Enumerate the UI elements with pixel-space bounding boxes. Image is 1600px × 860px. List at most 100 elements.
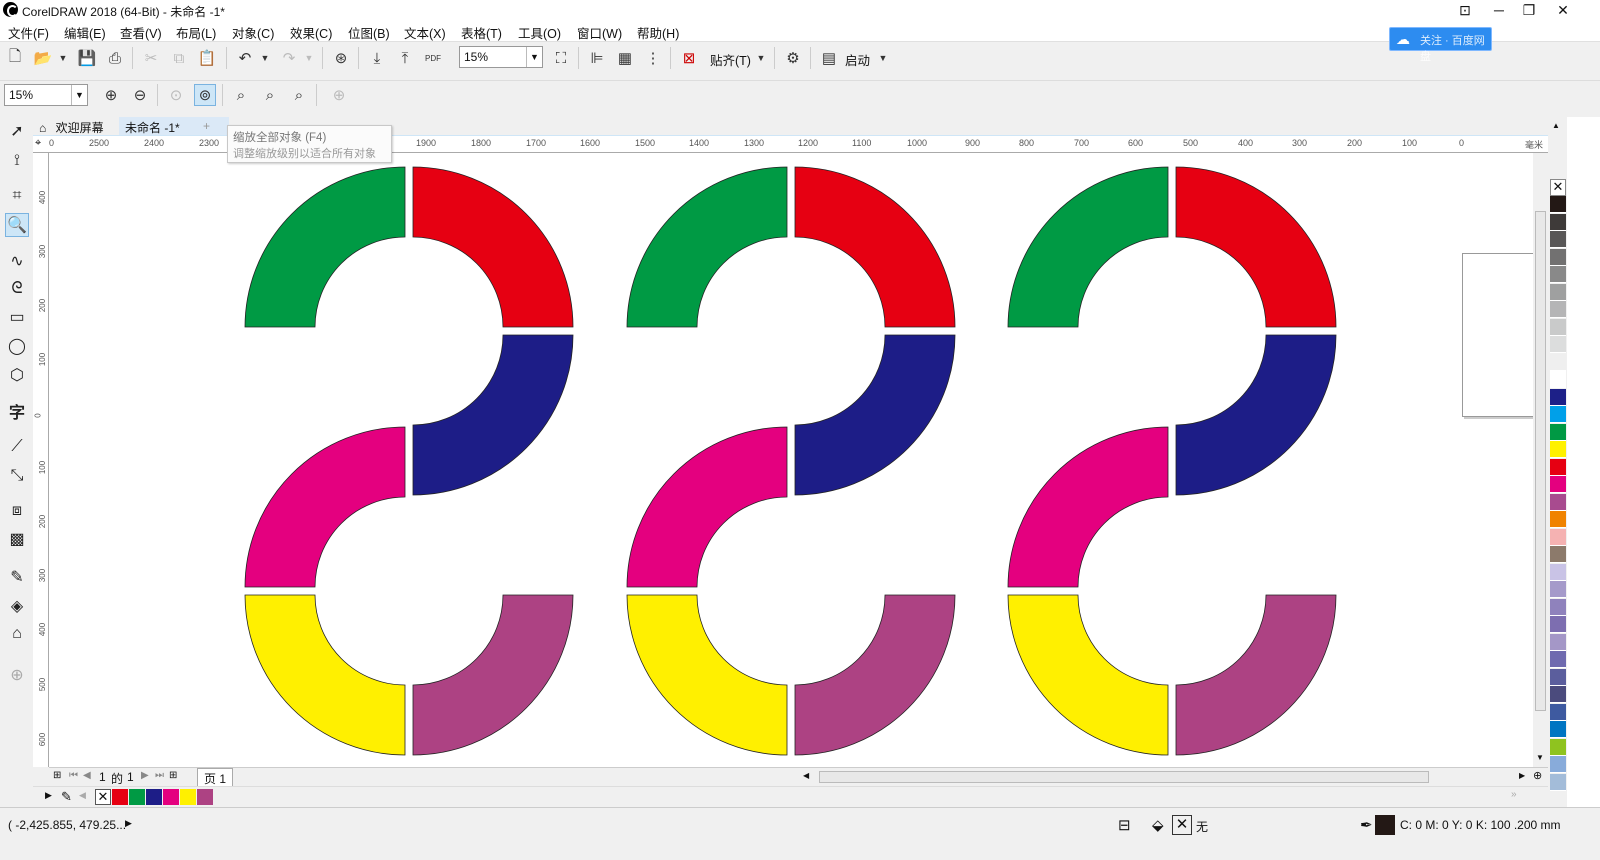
show-rulers-icon[interactable]: ⊫ [586,47,608,69]
redo-icon[interactable]: ↷ [278,47,300,69]
ellipse-tool-icon[interactable]: ◯ [5,334,29,358]
zoom-tool-icon[interactable]: 🔍 [5,213,29,237]
zoom-in-icon[interactable]: ⊕ [100,84,122,106]
document-palette-swatch[interactable] [197,789,213,805]
parallel-dimension-tool-icon[interactable]: ⟋ [5,435,29,459]
export-icon[interactable]: ⤒ [394,47,416,69]
no-fill-swatch-icon[interactable]: ✕ [1172,815,1192,835]
glyph-2-middle[interactable] [626,166,956,756]
palette-swatch[interactable] [1550,266,1566,283]
menu-object[interactable]: 对象(C) [232,23,274,42]
palette-swatch[interactable] [1550,738,1566,756]
menu-view[interactable]: 查看(V) [120,23,162,42]
document-palette-scroll-right-icon[interactable]: » [1511,789,1517,800]
palette-swatch[interactable] [1550,546,1566,563]
eyedropper-icon[interactable]: ✎ [61,789,72,805]
menu-file[interactable]: 文件(F) [8,23,49,42]
palette-swatch[interactable] [1550,388,1566,406]
palette-swatch[interactable] [1550,441,1566,458]
close-button[interactable]: ✕ [1546,0,1580,20]
menu-edit[interactable]: 编辑(E) [64,23,106,42]
palette-swatch[interactable] [1550,581,1566,598]
palette-swatch[interactable] [1550,756,1566,773]
zoom-level-select-property[interactable]: 15% ▼ [4,84,88,106]
add-toolbar-icon[interactable]: ⊕ [328,84,350,106]
horizontal-scrollbar[interactable]: ◀ ▶ ⊕ [803,767,1548,785]
document-palette-scroll-left-icon[interactable]: ◀ [79,790,86,801]
palette-swatch[interactable] [1550,336,1566,353]
palette-swatch[interactable] [1550,196,1566,213]
copy-icon[interactable]: ⧉ [168,47,190,69]
options-gear-icon[interactable]: ⚙ [782,47,804,69]
no-color-swatch[interactable]: ✕ [95,789,111,805]
baidu-netdisk-widget[interactable]: ☁ 关注 · 百度网盘 [1389,27,1492,63]
palette-swatch[interactable] [1550,616,1566,633]
launch-dropdown-icon[interactable]: ▼ [872,47,894,69]
connector-tool-icon[interactable]: ⤡ [5,464,29,488]
polygon-tool-icon[interactable]: ⬡ [5,363,29,387]
snap-to-menu[interactable]: 贴齐(T) [710,50,751,69]
scroll-down-icon[interactable]: ▼ [1536,753,1544,762]
palette-swatch[interactable] [1550,213,1566,231]
menu-table[interactable]: 表格(T) [461,23,502,42]
menu-effects[interactable]: 效果(C) [290,23,332,42]
palette-swatch[interactable] [1550,423,1566,441]
save-icon[interactable]: 💾 [76,47,98,69]
scroll-right-icon[interactable]: ▶ [1519,771,1525,780]
next-page-icon[interactable]: ▶ [141,770,149,781]
tab-welcome-screen[interactable]: ⌂ 欢迎屏幕 [33,117,110,135]
palette-swatch[interactable] [1550,318,1566,336]
vertical-ruler[interactable]: 400 300 200 100 0 100 200 300 400 500 60… [33,153,49,767]
palette-swatch[interactable] [1550,476,1566,493]
document-palette-swatch[interactable] [163,789,179,805]
outline-pen-icon[interactable]: ✒ [1360,816,1373,834]
menu-layout[interactable]: 布局(L) [176,23,216,42]
palette-swatch[interactable] [1550,511,1566,528]
outline-color-swatch[interactable] [1375,815,1395,835]
palette-swatch[interactable] [1550,633,1566,651]
document-palette-swatch[interactable] [129,789,145,805]
add-page-after-icon[interactable]: ⊞ [169,770,177,781]
zoom-navigator-icon[interactable]: ⊕ [1533,769,1542,782]
transparency-tool-icon[interactable]: ▩ [5,527,29,551]
palette-swatch[interactable] [1550,721,1566,738]
first-page-icon[interactable]: ⏮ [69,770,78,781]
import-icon[interactable]: ⤓ [366,47,388,69]
palette-swatch[interactable] [1550,703,1566,721]
new-document-icon[interactable]: 🗋 [4,47,26,69]
crop-tool-icon[interactable]: ⌗ [5,184,29,208]
rectangle-tool-icon[interactable]: ▭ [5,305,29,329]
zoom-level-select[interactable]: 15% ▼ [459,46,543,68]
zoom-to-page-icon[interactable]: ⌕ [230,84,252,106]
chevron-down-icon[interactable]: ▼ [526,47,542,67]
user-account-icon[interactable]: ⊡ [1448,0,1482,20]
palette-swatch[interactable] [1550,493,1566,511]
glyph-2-left[interactable] [244,166,574,756]
artistic-media-tool-icon[interactable]: ᘓ [5,277,29,301]
menu-tools[interactable]: 工具(O) [518,23,561,42]
launch-menu[interactable]: 启动 [845,50,870,69]
freehand-tool-icon[interactable]: ∿ [5,249,29,273]
cut-icon[interactable]: ✂ [140,47,162,69]
palette-swatch[interactable] [1550,528,1566,546]
full-screen-preview-icon[interactable]: ⛶ [550,47,572,69]
palette-swatch[interactable] [1550,651,1566,668]
search-content-icon[interactable]: ⊛ [330,47,352,69]
menu-bitmap[interactable]: 位图(B) [348,23,390,42]
shape-tool-icon[interactable]: ⟟ [5,149,29,173]
document-palette-swatch[interactable] [112,789,128,805]
ruler-origin-icon[interactable]: ⌖ [35,137,41,150]
zoom-to-page-width-icon[interactable]: ⌕ [259,84,281,106]
undo-dropdown-icon[interactable]: ▼ [254,47,276,69]
paste-icon[interactable]: 📋 [196,47,218,69]
publish-pdf-icon[interactable]: PDF [422,47,444,69]
zoom-to-page-height-icon[interactable]: ⌕ [288,84,310,106]
document-palette-swatch[interactable] [180,789,196,805]
palette-swatch[interactable] [1550,371,1566,388]
vertical-scroll-thumb[interactable] [1535,211,1546,711]
glyph-2-right[interactable] [1007,166,1337,756]
launch-app-icon[interactable]: ▤ [818,47,840,69]
restore-button[interactable]: ❐ [1512,0,1546,20]
palette-swatch[interactable] [1550,248,1566,266]
drawing-canvas[interactable] [49,153,1533,767]
